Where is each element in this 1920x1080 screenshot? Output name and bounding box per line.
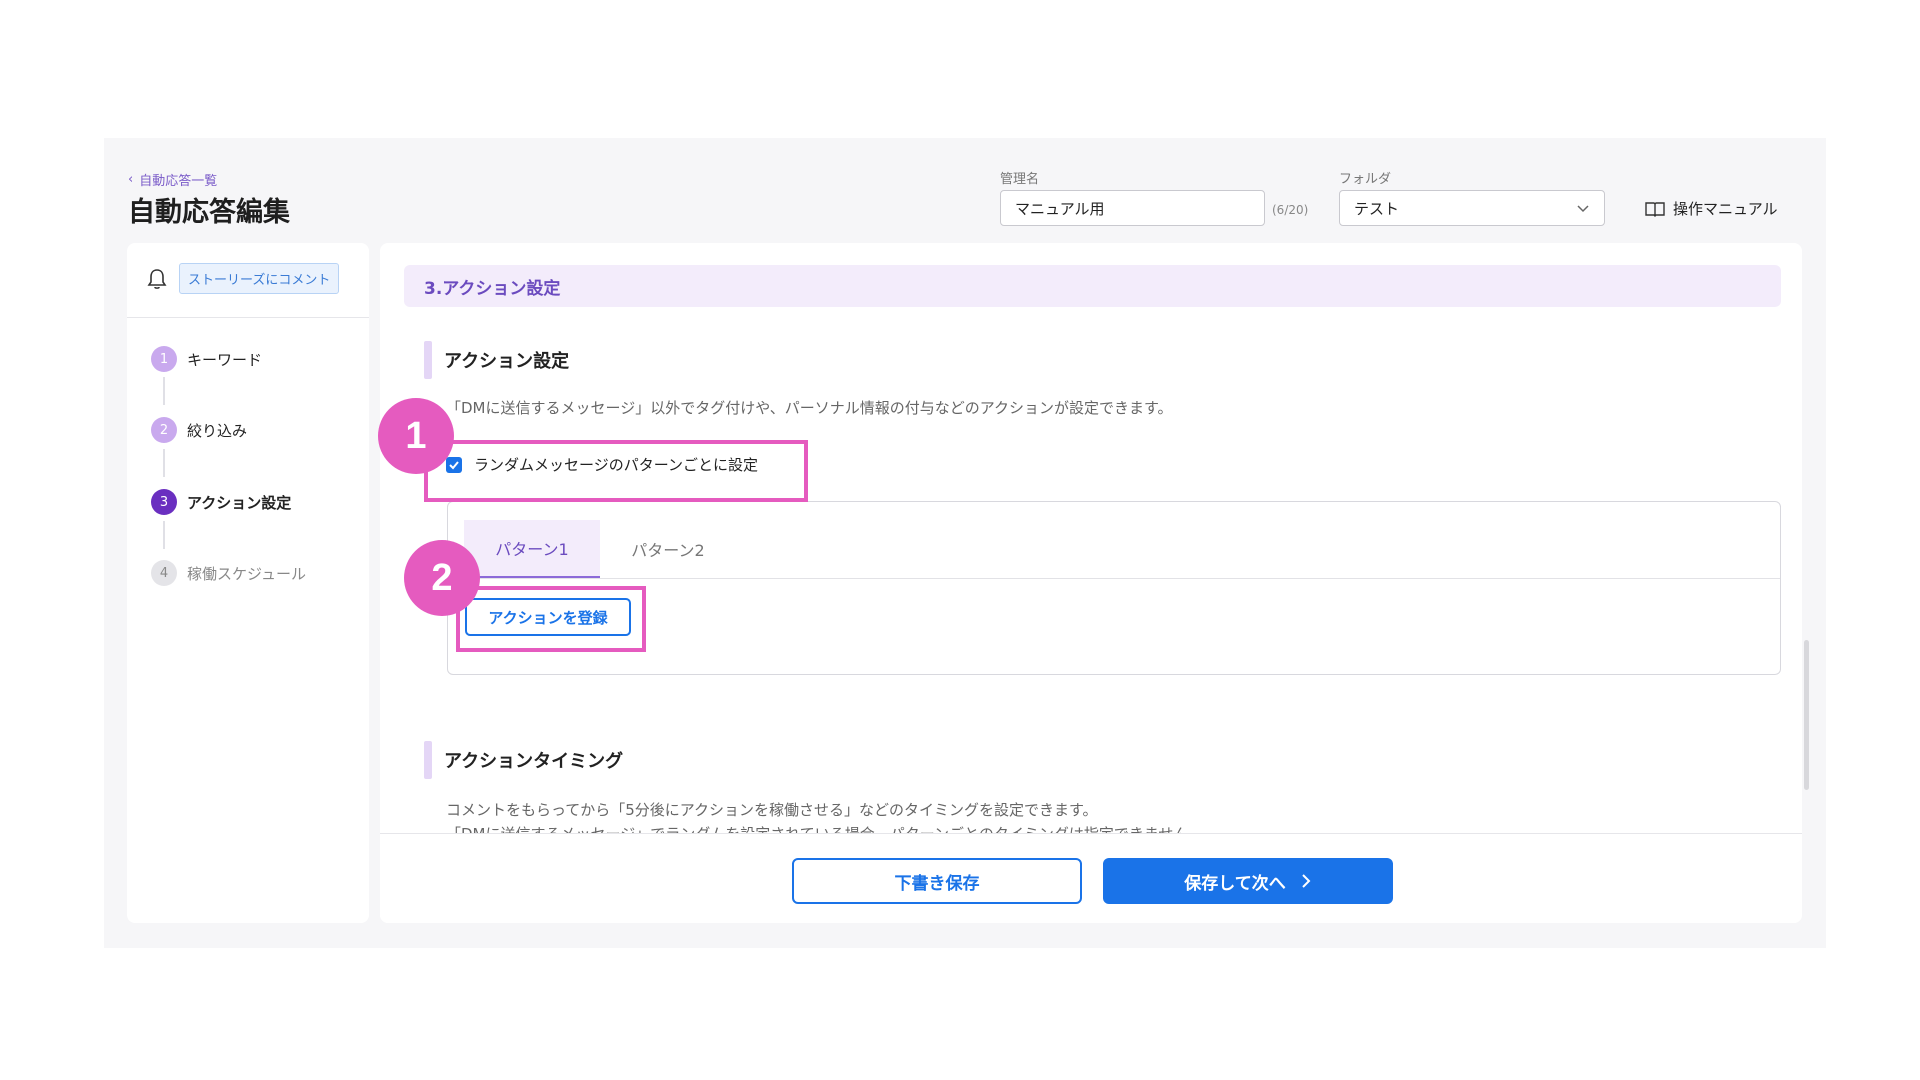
save-draft-button[interactable]: 下書き保存 xyxy=(792,858,1082,904)
trigger-tag: ストーリーズにコメント xyxy=(179,263,340,294)
page-title: 自動応答編集 xyxy=(128,197,290,228)
trigger-row: ストーリーズにコメント xyxy=(147,263,340,294)
chevron-left-icon: ‹ xyxy=(128,172,134,187)
step-connector xyxy=(163,449,165,477)
step-connector xyxy=(163,521,165,549)
heading-bar xyxy=(424,741,432,779)
sidebar: ストーリーズにコメント 1 キーワード 2 絞り込み 3 アクション設定 4 稼… xyxy=(127,243,369,923)
chevron-down-icon xyxy=(1577,205,1589,213)
highlight-box-1 xyxy=(424,440,808,502)
step-action-settings[interactable]: 3 アクション設定 xyxy=(151,489,291,515)
name-label: 管理名 xyxy=(1000,172,1040,187)
step-number: 2 xyxy=(151,417,177,443)
step-filter[interactable]: 2 絞り込み xyxy=(151,417,247,443)
book-icon xyxy=(1645,201,1665,217)
heading-label: アクションタイミング xyxy=(444,751,624,772)
folder-select[interactable]: テスト xyxy=(1339,190,1605,226)
step-label: キーワード xyxy=(187,350,263,369)
step-keyword[interactable]: 1 キーワード xyxy=(151,346,262,372)
tab-pattern-2[interactable]: パターン2 xyxy=(600,520,736,578)
scrollbar[interactable] xyxy=(1804,640,1809,790)
step-schedule[interactable]: 4 稼働スケジュール xyxy=(151,560,306,586)
sidebar-divider xyxy=(127,317,369,318)
action-description: 「DMに送信するメッセージ」以外でタグ付けや、パーソナル情報の付与などのアクショ… xyxy=(446,399,1173,417)
heading-label: アクション設定 xyxy=(444,351,570,372)
annotation-marker-2: 2 xyxy=(404,540,480,616)
folder-value: テスト xyxy=(1354,199,1400,218)
highlight-box-2 xyxy=(456,586,646,652)
step-label: 稼働スケジュール xyxy=(187,564,306,583)
name-char-count: (6/20) xyxy=(1272,203,1309,217)
action-settings-heading: アクション設定 xyxy=(424,341,569,379)
breadcrumb[interactable]: ‹ 自動応答一覧 xyxy=(128,170,217,189)
step-label: 絞り込み xyxy=(187,421,248,440)
timing-description: コメントをもらってから「5分後にアクションを稼働させる」などのタイミングを設定で… xyxy=(446,801,1098,819)
tabs-divider xyxy=(448,578,1780,579)
chevron-right-icon xyxy=(1302,874,1311,888)
pattern-tabs: パターン1 パターン2 xyxy=(464,520,736,578)
step-number: 1 xyxy=(151,346,177,372)
bell-icon xyxy=(147,268,167,289)
tab-pattern-1[interactable]: パターン1 xyxy=(464,520,600,578)
save-and-next-label: 保存して次へ xyxy=(1184,873,1286,894)
pattern-tabs-panel: パターン1 パターン2 アクションを登録 xyxy=(447,501,1781,675)
step-connector xyxy=(163,377,165,405)
breadcrumb-label: 自動応答一覧 xyxy=(139,174,218,189)
section-header: 3.アクション設定 xyxy=(404,265,1781,307)
heading-bar xyxy=(424,341,432,379)
step-number: 4 xyxy=(151,560,177,586)
action-timing-heading: アクションタイミング xyxy=(424,741,623,779)
footer-bar: 下書き保存 保存して次へ xyxy=(380,833,1802,923)
step-label: アクション設定 xyxy=(187,493,292,512)
manual-link[interactable]: 操作マニュアル xyxy=(1645,198,1778,219)
step-number: 3 xyxy=(151,489,177,515)
save-and-next-button[interactable]: 保存して次へ xyxy=(1103,858,1393,904)
annotation-marker-1: 1 xyxy=(378,398,454,474)
name-input[interactable] xyxy=(1000,190,1265,226)
manual-link-label: 操作マニュアル xyxy=(1673,200,1778,218)
main-panel: 3.アクション設定 アクション設定 「DMに送信するメッセージ」以外でタグ付けや… xyxy=(380,243,1802,923)
folder-label: フォルダ xyxy=(1339,172,1392,187)
